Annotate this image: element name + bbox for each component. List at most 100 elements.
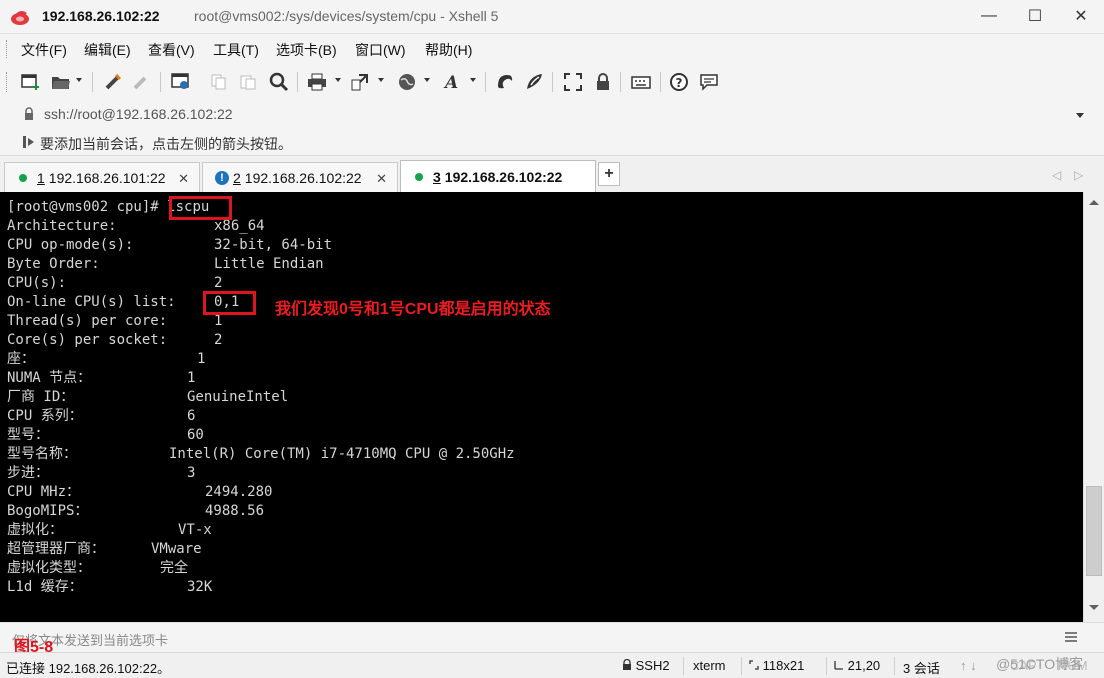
tab-close-icon[interactable]: ✕	[178, 171, 189, 187]
status-separator	[894, 657, 895, 675]
terminal-type-status: xterm	[693, 658, 726, 673]
terminal-output[interactable]: [root@vms002 cpu]# lscpu Architecture: x8…	[0, 192, 1083, 622]
menu-file[interactable]: 文件(F)	[21, 40, 67, 60]
new-session-icon[interactable]	[20, 71, 42, 93]
terminal-field-label: CPU MHz：	[7, 484, 81, 500]
tab-bar: 1 192.168.26.101:22 ✕ ! 2 192.168.26.102:2…	[0, 156, 1104, 192]
close-button[interactable]: ✕	[1058, 0, 1104, 32]
lock-icon[interactable]	[592, 71, 614, 93]
terminal-line: 型号： 60	[7, 426, 204, 445]
menu-edit[interactable]: 编辑(E)	[84, 40, 131, 60]
terminal-field-label: 超管理器厂商：	[7, 541, 105, 557]
toolbar-separator	[620, 72, 621, 92]
scrollbar-thumb[interactable]	[1086, 486, 1102, 576]
tab-scroll-right-icon[interactable]: ▷	[1074, 168, 1083, 182]
terminal-line: Architecture: x86_64	[7, 217, 265, 236]
terminal-line: CPU(s): 2	[7, 274, 222, 293]
terminal-field-value: 1	[187, 370, 196, 386]
terminal-line: 型号名称： Intel(R) Core(TM) i7-4710MQ CPU @ 2…	[7, 445, 515, 464]
terminal-size-label: 118x21	[762, 658, 805, 673]
send-text-bar[interactable]: 仅将文本发送到当前选项卡	[0, 622, 1104, 652]
terminal-line: 步进： 3	[7, 464, 195, 483]
warning-status-icon: !	[215, 170, 229, 185]
disconnect-icon[interactable]	[130, 71, 152, 93]
scroll-down-icon[interactable]	[1089, 605, 1099, 610]
terminal-line: On-line CPU(s) list: 0,1	[7, 293, 239, 312]
open-folder-icon[interactable]	[50, 71, 72, 93]
terminal-scrollbar[interactable]	[1083, 192, 1104, 622]
print-dropdown-icon[interactable]	[335, 78, 341, 82]
cursor-icon	[834, 661, 843, 670]
tab-session-1[interactable]: 1 192.168.26.101:22 ✕	[4, 162, 200, 192]
chat-icon[interactable]	[698, 71, 720, 93]
copy-icon[interactable]	[208, 71, 230, 93]
toolbar-separator	[160, 72, 161, 92]
properties-icon[interactable]	[170, 71, 192, 93]
globe-icon[interactable]	[396, 71, 418, 93]
terminal-field-label: 厂商 ID：	[7, 389, 75, 405]
terminal-field-label: Architecture:	[7, 218, 117, 234]
menu-tools[interactable]: 工具(T)	[213, 40, 259, 60]
toolbar-grip[interactable]	[6, 72, 9, 92]
terminal-field-label: CPU 系列：	[7, 408, 83, 424]
print-icon[interactable]	[306, 71, 328, 93]
xmanager-icon[interactable]	[524, 71, 546, 93]
fullscreen-icon[interactable]	[562, 71, 584, 93]
window-title-host: 192.168.26.102:22	[42, 8, 160, 24]
menu-tabs[interactable]: 选项卡(B)	[276, 40, 337, 60]
title-bar: 192.168.26.102:22 root@vms002:/sys/devic…	[0, 0, 1104, 34]
add-session-arrow-icon[interactable]	[22, 135, 36, 149]
terminal-field-value: Intel(R) Core(TM) i7-4710MQ CPU @ 2.50GH…	[169, 446, 515, 462]
open-dropdown-icon[interactable]	[76, 78, 82, 82]
address-input[interactable]: ssh://root@192.168.26.102:22	[12, 102, 1094, 126]
menu-view[interactable]: 查看(V)	[148, 40, 195, 60]
keyboard-icon[interactable]	[630, 71, 652, 93]
address-dropdown-icon[interactable]	[1076, 113, 1084, 118]
reconnect-icon[interactable]	[102, 71, 124, 93]
session-nav-icons[interactable]: ↑ ↓	[960, 658, 977, 673]
font-icon[interactable]: A	[442, 71, 464, 93]
menu-window[interactable]: 窗口(W)	[355, 40, 406, 60]
tab-close-icon[interactable]: ✕	[376, 171, 387, 187]
menu-bar: 文件(F) 编辑(E) 查看(V) 工具(T) 选项卡(B) 窗口(W) 帮助(…	[0, 34, 1104, 64]
terminal-field-value: Little Endian	[214, 256, 324, 272]
font-dropdown-icon[interactable]	[470, 78, 476, 82]
transfer-icon[interactable]	[349, 71, 371, 93]
cursor-position-label: 21,20	[847, 658, 881, 673]
help-icon[interactable]: ?	[668, 71, 690, 93]
menubar-grip[interactable]	[6, 40, 9, 58]
terminal-line: CPU op-mode(s): 32-bit, 64-bit	[7, 236, 332, 255]
find-icon[interactable]	[268, 71, 290, 93]
status-separator	[741, 657, 742, 675]
svg-text:?: ?	[676, 76, 683, 90]
menu-help[interactable]: 帮助(H)	[425, 40, 472, 60]
tab-session-2[interactable]: ! 2 192.168.26.102:22 ✕	[202, 162, 398, 192]
transfer-dropdown-icon[interactable]	[378, 78, 384, 82]
minimize-button[interactable]: —	[966, 0, 1012, 32]
terminal-line: Thread(s) per core: 1	[7, 312, 222, 331]
terminal-size-status: 118x21	[749, 658, 804, 673]
tab-number: 3	[433, 168, 441, 185]
globe-dropdown-icon[interactable]	[424, 78, 430, 82]
tab-session-3[interactable]: 3 192.168.26.102:22	[400, 160, 596, 192]
session-hint-bar: 要添加当前会话，点击左侧的箭头按钮。	[0, 128, 1104, 156]
status-separator	[683, 657, 684, 675]
annotation-text: 我们发现0号和1号CPU都是启用的状态	[275, 301, 551, 318]
terminal-field-value: 6	[187, 408, 196, 424]
terminal-line: Core(s) per socket: 2	[7, 331, 222, 350]
send-menu-icon[interactable]	[1064, 630, 1078, 644]
address-value: ssh://root@192.168.26.102:22	[44, 106, 233, 122]
maximize-button[interactable]: ☐	[1012, 0, 1058, 32]
status-bar: 已连接 192.168.26.102:22。 SSH2 xterm 118x21…	[0, 652, 1104, 678]
terminal-field-value: 3	[187, 465, 196, 481]
add-tab-button[interactable]: +	[598, 162, 620, 186]
tab-scroll-left-icon[interactable]: ◁	[1052, 168, 1061, 182]
terminal-field-label: 型号：	[7, 427, 49, 443]
paste-icon[interactable]	[237, 71, 259, 93]
terminal-line: CPU MHz： 2494.280	[7, 483, 272, 502]
xftp-icon[interactable]	[494, 71, 516, 93]
connected-status-icon	[415, 172, 423, 181]
scroll-up-icon[interactable]	[1089, 200, 1099, 205]
terminal-line: 虚拟化： VT-x	[7, 521, 212, 540]
command-highlight-box	[169, 196, 232, 220]
